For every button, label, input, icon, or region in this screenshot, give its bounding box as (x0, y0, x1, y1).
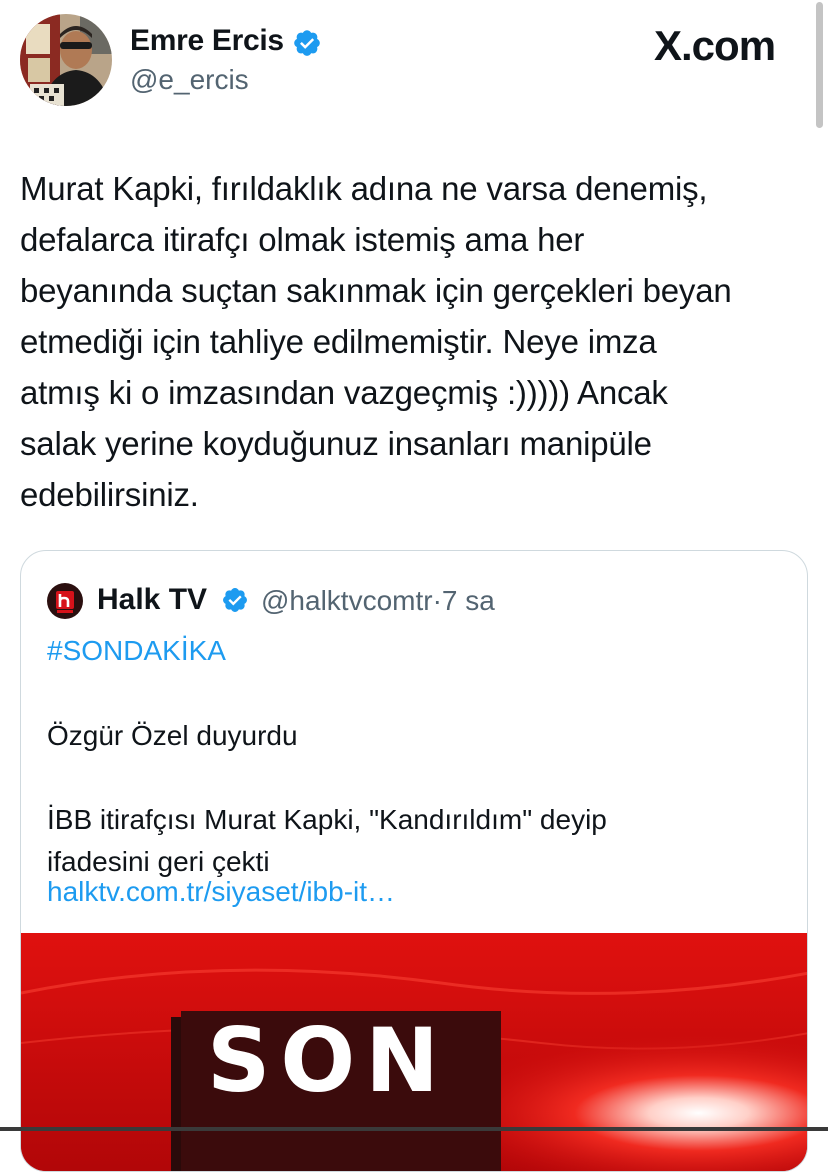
meta-separator: · (432, 585, 442, 616)
scrollbar[interactable] (816, 2, 823, 128)
quoted-text: Özgür Özel duyurdu İBB itirafçısı Murat … (47, 720, 607, 877)
quoted-meta: @halktvcomtr·7 sa (261, 585, 495, 617)
avatar[interactable] (20, 14, 112, 106)
site-logo: X.com (654, 22, 776, 69)
quoted-tweet-card[interactable]: Halk TV @halktvcomtr·7 sa #SONDAKİKA Özg… (20, 550, 808, 1172)
quoted-time[interactable]: 7 sa (442, 585, 495, 616)
media-son-text: SON (207, 1009, 449, 1112)
bottom-border (0, 1127, 828, 1131)
article-link[interactable]: halktv.com.tr/siyaset/ibb-it… (47, 876, 395, 908)
tweet-text: Murat Kapki, fırıldaklık adına ne varsa … (20, 170, 732, 513)
author-name[interactable]: Emre Ercis (130, 24, 284, 58)
quoted-author-name[interactable]: Halk TV (97, 583, 207, 617)
quoted-handle[interactable]: @halktvcomtr (261, 585, 433, 616)
hashtag-link[interactable]: #SONDAKİKA (47, 635, 226, 667)
quoted-media-image[interactable]: SON (21, 933, 807, 1171)
halktv-logo-icon (47, 583, 83, 619)
author-handle[interactable]: @e_ercis (130, 64, 249, 96)
verified-badge-icon (292, 28, 322, 58)
verified-badge-icon (221, 586, 249, 614)
